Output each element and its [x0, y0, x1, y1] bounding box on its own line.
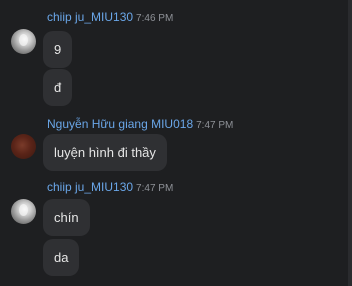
message-header: chiip ju_MIU130 7:47 PM: [47, 179, 173, 197]
avatar[interactable]: [11, 29, 36, 54]
message-header: Nguyễn Hữu giang MIU018 7:47 PM: [47, 116, 233, 134]
timestamp: 7:47 PM: [136, 183, 174, 194]
avatar-highlight: [19, 34, 28, 46]
avatar[interactable]: [11, 199, 36, 224]
timestamp: 7:46 PM: [136, 13, 174, 24]
scrollbar[interactable]: [348, 0, 352, 286]
sender-name[interactable]: chiip ju_MIU130: [47, 180, 133, 194]
avatar-highlight: [19, 204, 28, 216]
timestamp: 7:47 PM: [196, 120, 234, 131]
message-bubble[interactable]: chín: [43, 199, 90, 236]
chat-window: chiip ju_MIU130 7:46 PM 9 đ Nguyễn Hữu gi…: [0, 0, 352, 286]
avatar[interactable]: [11, 134, 36, 159]
message-bubble[interactable]: 9: [43, 31, 73, 68]
sender-name[interactable]: chiip ju_MIU130: [47, 10, 133, 24]
message-header: chiip ju_MIU130 7:46 PM: [47, 9, 173, 27]
message-bubble[interactable]: đ: [43, 69, 73, 106]
message-bubble[interactable]: luyện hình đi thầy: [43, 134, 167, 171]
sender-name[interactable]: Nguyễn Hữu giang MIU018: [47, 117, 193, 131]
message-bubble[interactable]: da: [43, 239, 80, 276]
